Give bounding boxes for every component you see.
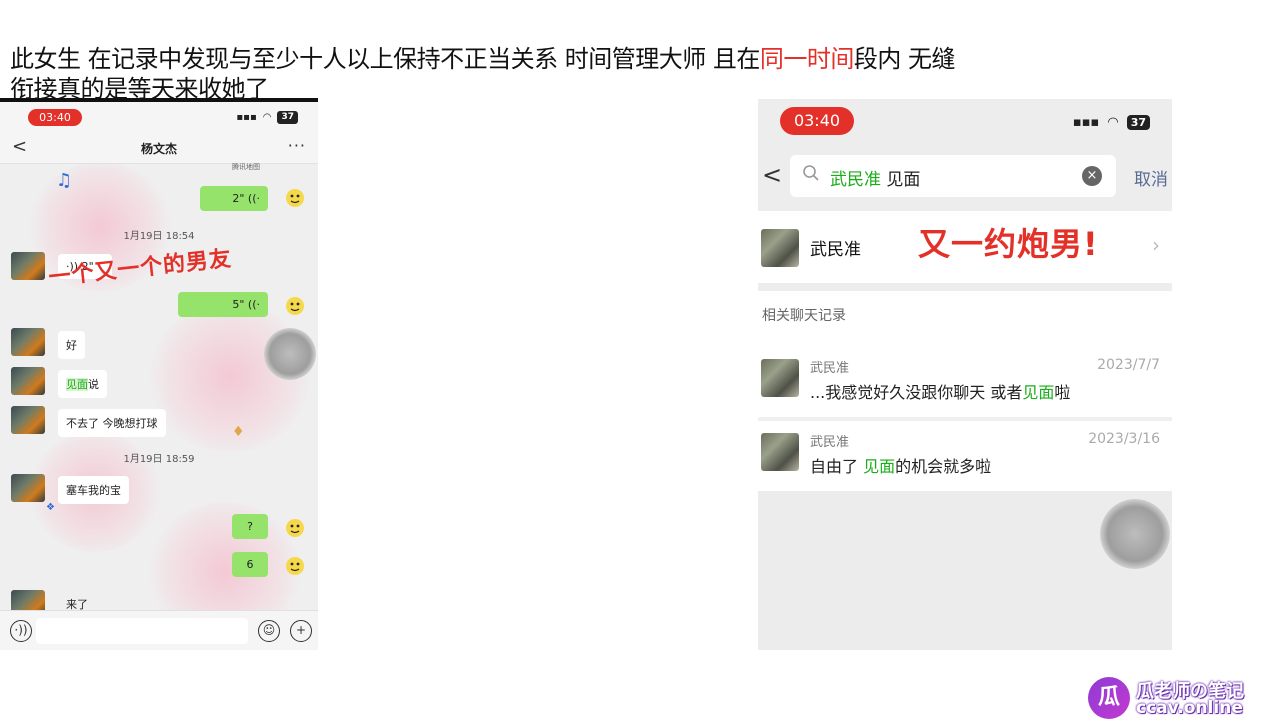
status-time: 03:40 — [780, 107, 854, 135]
record-text-b: 的机会就多啦 — [895, 457, 992, 476]
keyword-highlight: 见面 — [66, 378, 88, 391]
headphone-icon: ♫ — [56, 170, 73, 191]
back-button[interactable]: < — [762, 161, 782, 189]
avatar — [11, 474, 45, 502]
keyword-highlight: 见面 — [1022, 383, 1055, 402]
plus-icon[interactable]: + — [290, 620, 312, 642]
floating-button[interactable] — [264, 328, 316, 380]
watermark-url: ccav.online — [1136, 698, 1243, 718]
search-keyword: 武民准 — [830, 170, 881, 190]
search-icon — [802, 164, 820, 187]
paw-icon: ❖ — [46, 502, 55, 513]
timestamp: 1月19日 18:59 — [123, 454, 195, 465]
search-input[interactable]: 武民准 见面 × — [790, 155, 1116, 197]
divider — [758, 417, 1172, 421]
floating-button[interactable] — [1100, 499, 1170, 569]
record-text-b: 啦 — [1054, 383, 1071, 402]
page: 此女生 在记录中发现与至少十人以上保持不正当关系 时间管理大师 且在同一时间段内… — [0, 0, 1280, 720]
left-chat-screenshot: 03:40 ▪▪▪ ◠ 37 < 杨文杰 ··· 腾讯地图 ♫ 2" ((· 1… — [0, 102, 318, 650]
wifi-icon: ◠ — [1107, 115, 1119, 130]
record-name: 武民准 — [810, 435, 850, 450]
cupcake-icon: ♦ — [232, 424, 245, 440]
voice-input-icon[interactable]: ·)) — [10, 620, 32, 642]
voice-message-out[interactable]: 2" ((· — [200, 186, 268, 211]
avatar — [11, 367, 45, 395]
avatar — [11, 252, 45, 280]
right-search-screenshot: 03:40 ▪▪▪ ◠ 37 < 武民准 见面 × 取消 武民准 又一约炮男! … — [758, 99, 1172, 650]
sticker-icon — [282, 552, 308, 578]
watermark-logo: 瓜 — [1088, 677, 1130, 719]
avatar — [761, 433, 799, 471]
emoji-icon[interactable]: ☺ — [258, 620, 280, 642]
record-date: 2023/7/7 — [1097, 357, 1160, 373]
chat-record[interactable]: 武民准 2023/3/16 自由了 见面的机会就多啦 — [758, 423, 1172, 489]
avatar — [761, 359, 799, 397]
chat-record[interactable]: 武民准 2023/7/7 ...我感觉好久没跟你聊天 或者见面啦 — [758, 349, 1172, 415]
voice-message-out[interactable]: 5" ((· — [178, 292, 268, 317]
signal-icon: ▪▪▪ — [236, 112, 257, 123]
caption-text-a: 此女生 在记录中发现与至少十人以上保持不正当关系 时间管理大师 且在 — [10, 45, 760, 73]
message-input[interactable] — [36, 618, 248, 644]
section-title: 相关聊天记录 — [762, 308, 846, 324]
overlay-stamp: 又一约炮男! — [918, 225, 1099, 263]
message-in[interactable]: 见面说 — [58, 370, 107, 398]
message-out[interactable]: 6 — [232, 552, 268, 577]
search-header: < 武民准 见面 × 取消 — [758, 149, 1172, 211]
caption-text-b: 段内 无缝 — [853, 45, 956, 73]
wifi-icon: ◠ — [262, 112, 272, 123]
chat-input-bar: ·)) ☺ + — [0, 610, 318, 650]
caption-line1: 此女生 在记录中发现与至少十人以上保持不正当关系 时间管理大师 且在同一时间段内… — [10, 44, 1110, 74]
status-bar: 03:40 ▪▪▪ ◠ 37 — [758, 99, 1172, 149]
avatar — [11, 328, 45, 356]
message-in[interactable]: 不去了 今晚想打球 — [58, 409, 166, 437]
record-text: ...我感觉好久没跟你聊天 或者见面啦 — [810, 379, 1070, 403]
sticker-icon — [282, 514, 308, 540]
record-date: 2023/3/16 — [1088, 431, 1160, 447]
sticker-icon — [282, 292, 308, 318]
contact-name: 武民准 — [810, 240, 861, 260]
clear-icon[interactable]: × — [1082, 166, 1102, 186]
search-query: 武民准 见面 — [830, 165, 920, 190]
status-icons: ▪▪▪ ◠ 37 — [236, 111, 298, 124]
message-in[interactable]: 好 — [58, 331, 85, 359]
divider — [758, 283, 1172, 291]
signal-icon: ▪▪▪ — [1072, 115, 1100, 130]
chat-header: < 杨文杰 ··· — [0, 132, 318, 164]
status-bar: 03:40 ▪▪▪ ◠ 37 — [0, 102, 318, 132]
sticker-icon — [282, 184, 308, 210]
watermark: 瓜 瓜老师の笔记 ccav.online — [1088, 677, 1268, 719]
chevron-right-icon: › — [1152, 233, 1160, 257]
timestamp: 1月19日 18:54 — [123, 231, 195, 242]
more-button[interactable]: ··· — [288, 136, 306, 155]
avatar — [761, 229, 799, 267]
record-name: 武民准 — [810, 361, 850, 376]
cancel-button[interactable]: 取消 — [1134, 165, 1168, 190]
chat-title: 杨文杰 — [140, 142, 177, 156]
status-icons: ▪▪▪ ◠ 37 — [1073, 115, 1150, 130]
avatar — [11, 406, 45, 434]
map-label: 腾讯地图 — [232, 163, 260, 171]
status-time: 03:40 — [28, 109, 82, 126]
contact-result[interactable]: 武民准 又一约炮男! › — [758, 213, 1172, 283]
message-text: 说 — [88, 378, 99, 391]
empty-area — [758, 491, 1172, 650]
battery-icon: 37 — [277, 111, 298, 124]
battery-icon: 37 — [1126, 115, 1150, 130]
caption-highlight: 同一时间 — [759, 45, 855, 73]
caption: 此女生 在记录中发现与至少十人以上保持不正当关系 时间管理大师 且在同一时间段内… — [10, 44, 1110, 104]
message-out[interactable]: ? — [232, 514, 268, 539]
record-text-a: 自由了 — [810, 457, 864, 476]
search-keyword-rest: 见面 — [881, 170, 921, 190]
keyword-highlight: 见面 — [863, 457, 896, 476]
record-text-a: ...我感觉好久没跟你聊天 或者 — [810, 383, 1023, 402]
message-in[interactable]: 塞车我的宝 — [58, 476, 129, 504]
record-text: 自由了 见面的机会就多啦 — [810, 453, 991, 477]
